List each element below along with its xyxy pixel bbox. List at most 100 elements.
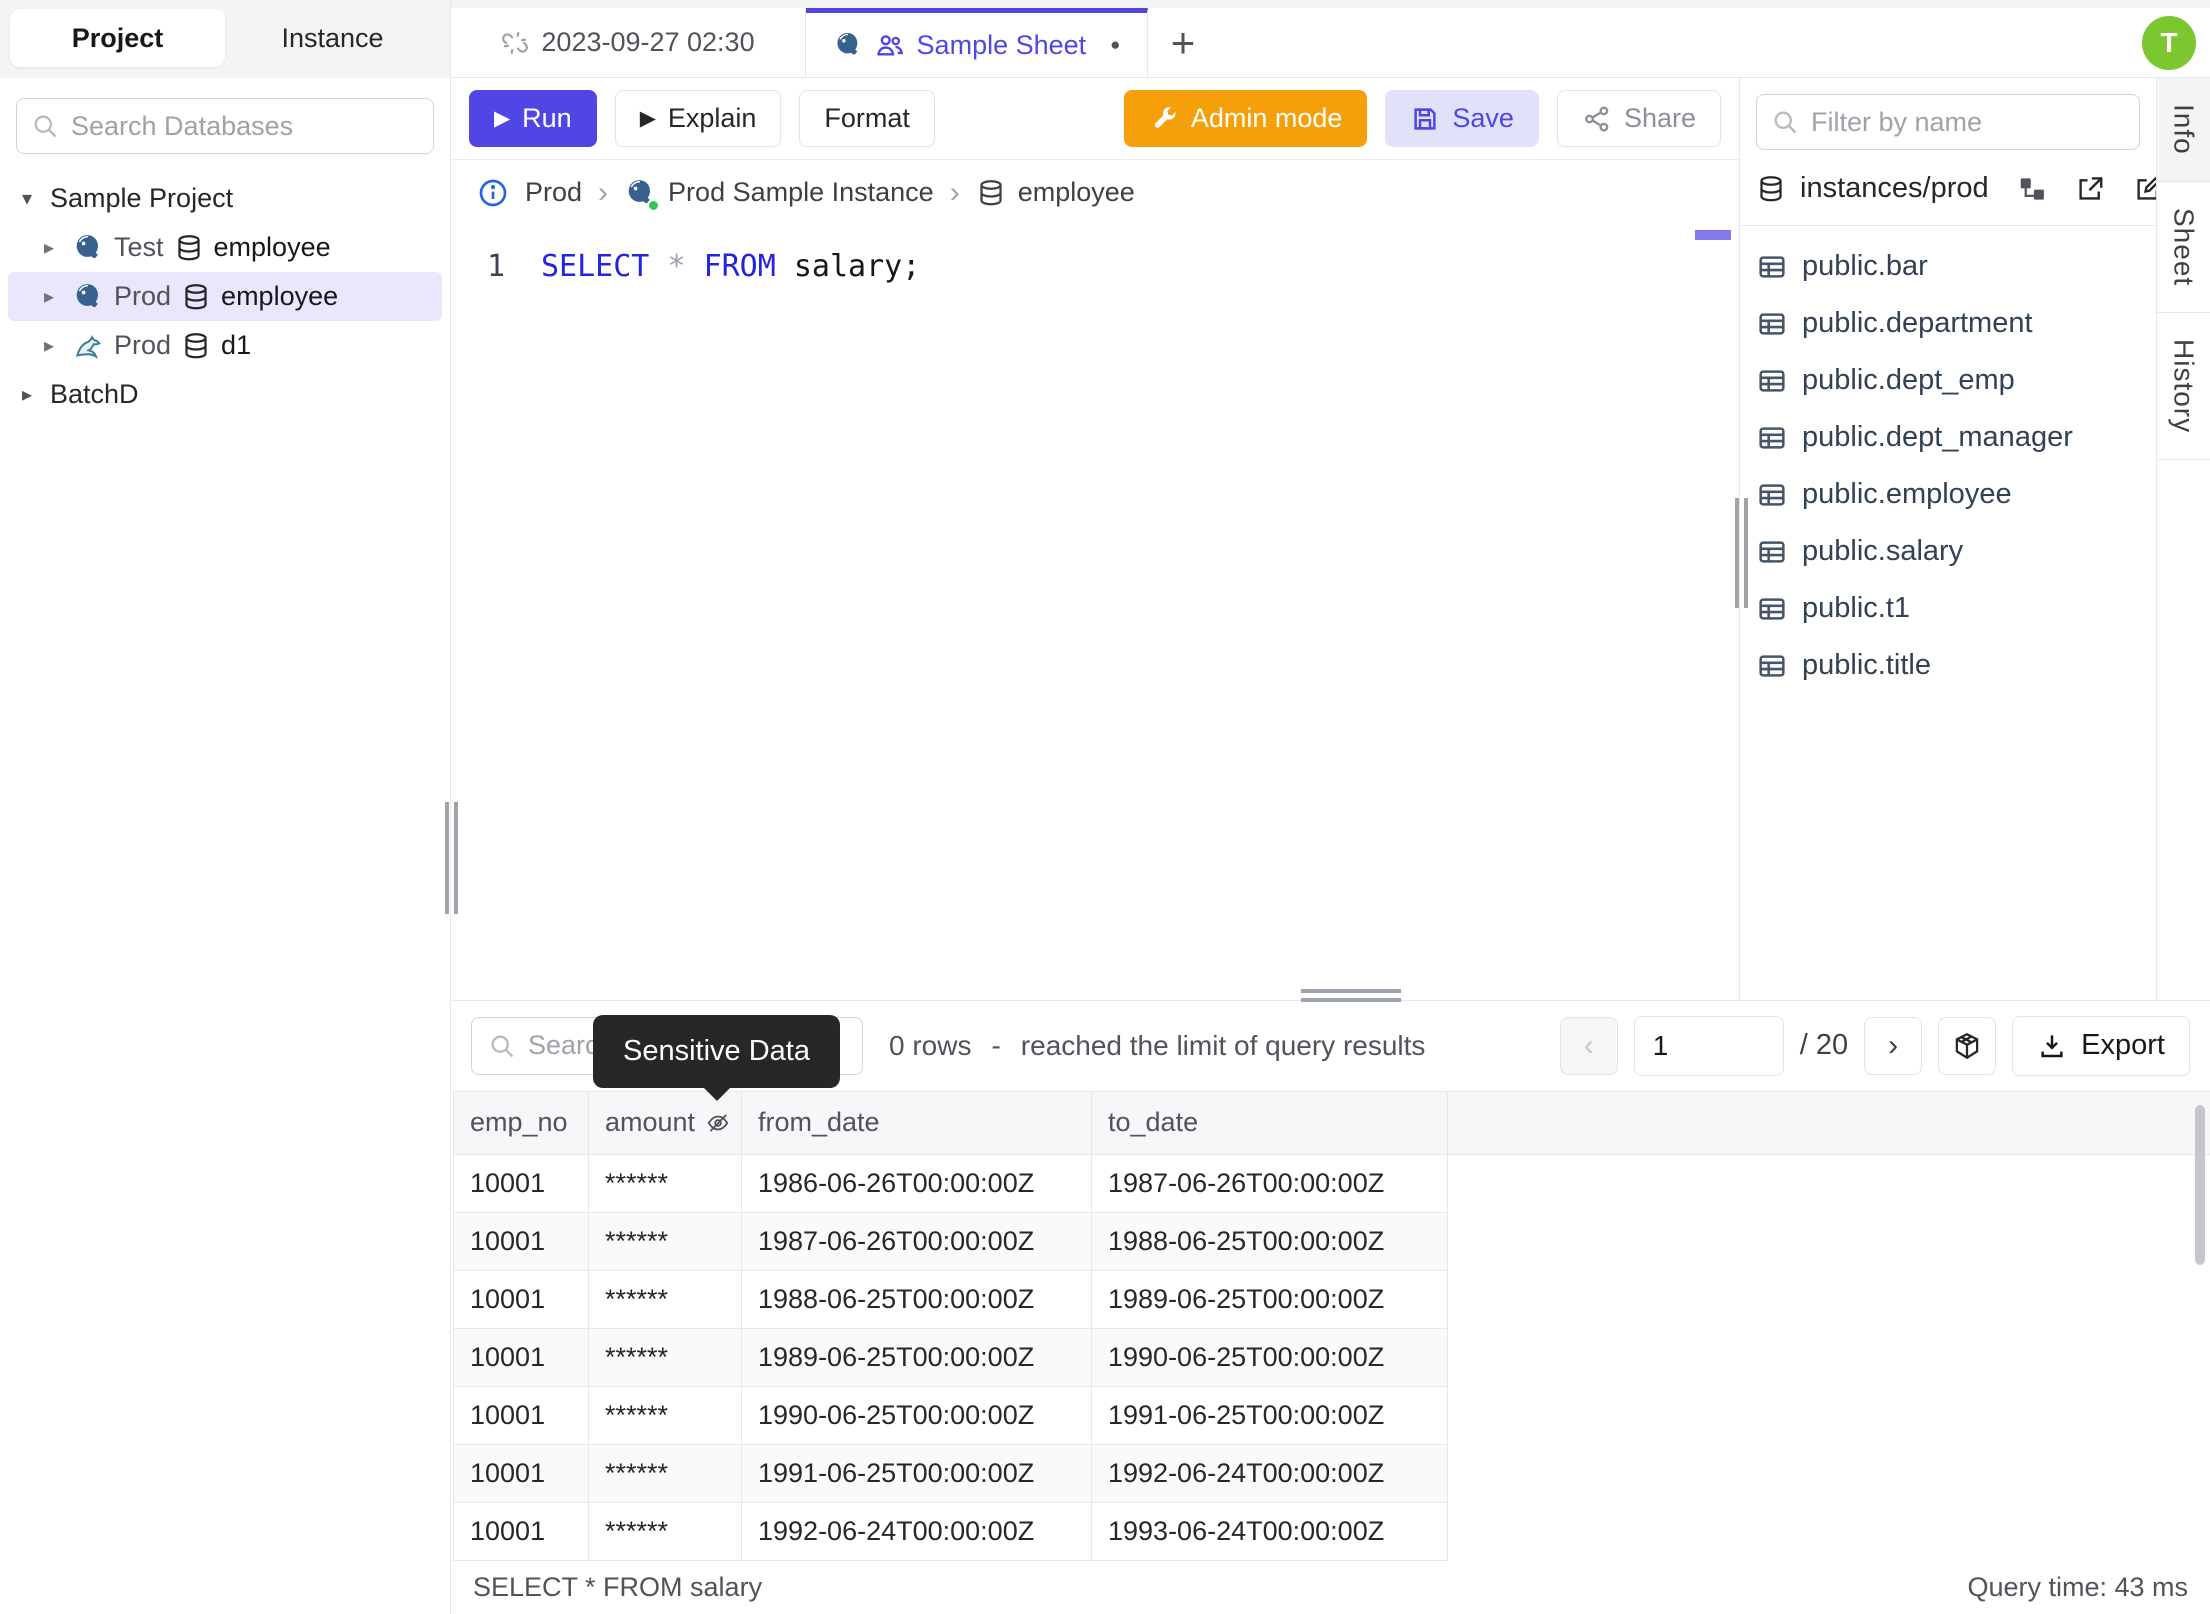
table-row[interactable]: 10001 ****** 1991-06-25T00:00:00Z 1992-0…: [453, 1443, 2210, 1503]
cell-from-date[interactable]: 1987-06-26T00:00:00Z: [741, 1211, 1092, 1271]
run-button[interactable]: ▶ Run: [469, 90, 597, 147]
cell-from-date[interactable]: 1986-06-26T00:00:00Z: [741, 1153, 1092, 1213]
shared-users-icon: [876, 35, 903, 56]
breadcrumb-instance[interactable]: Prod Sample Instance: [624, 177, 934, 212]
table-list-item[interactable]: public.bar: [1740, 238, 2156, 295]
table-list-item[interactable]: public.t1: [1740, 580, 2156, 637]
cell-to-date[interactable]: 1993-06-24T00:00:00Z: [1091, 1501, 1448, 1561]
cell-amount-masked[interactable]: ******: [588, 1501, 742, 1561]
next-page-button[interactable]: ›: [1864, 1016, 1923, 1075]
table-list-item[interactable]: public.dept_manager: [1740, 409, 2156, 466]
cell-emp-no[interactable]: 10001: [453, 1327, 589, 1387]
format-button[interactable]: Format: [799, 90, 935, 147]
cell-amount-masked[interactable]: ******: [588, 1153, 742, 1213]
sql-editor[interactable]: 1 SELECT * FROM salary;: [451, 225, 1739, 1000]
column-header-to-date[interactable]: to_date: [1091, 1090, 1448, 1155]
cell-to-date[interactable]: 1987-06-26T00:00:00Z: [1091, 1153, 1448, 1213]
cell-amount-masked[interactable]: ******: [588, 1443, 742, 1503]
cell-amount-masked[interactable]: ******: [588, 1211, 742, 1271]
cell-from-date[interactable]: 1990-06-25T00:00:00Z: [741, 1385, 1092, 1445]
tree-node-sample-project[interactable]: ▾ Sample Project: [8, 174, 442, 223]
panel-resize-handle[interactable]: [1733, 498, 1749, 608]
save-button[interactable]: Save: [1385, 90, 1539, 147]
sensitive-data-tooltip: Sensitive Data: [593, 1015, 840, 1101]
side-tab-info[interactable]: Info: [2157, 78, 2210, 182]
sidebar-resize-handle[interactable]: [443, 802, 459, 914]
breadcrumb-env[interactable]: Prod: [525, 177, 582, 208]
page-number-input[interactable]: [1633, 1015, 1784, 1076]
database-icon: [177, 234, 200, 260]
masking-access-button[interactable]: [1938, 1016, 1997, 1075]
tree-node-prod-employee[interactable]: ▸ Prod employee: [8, 272, 442, 321]
table-list-item[interactable]: public.employee: [1740, 466, 2156, 523]
cell-emp-no[interactable]: 10001: [453, 1211, 589, 1271]
results-body: 10001 ****** 1986-06-26T00:00:00Z 1987-0…: [453, 1153, 2210, 1561]
caret-right-icon: ▸: [21, 384, 33, 406]
table-list-item[interactable]: public.title: [1740, 637, 2156, 694]
cell-to-date[interactable]: 1990-06-25T00:00:00Z: [1091, 1327, 1448, 1387]
admin-mode-button[interactable]: Admin mode: [1123, 90, 1368, 147]
table-list-item[interactable]: public.dept_emp: [1740, 352, 2156, 409]
breadcrumb-database[interactable]: employee: [976, 177, 1135, 208]
chevron-right-icon: ›: [1888, 1028, 1899, 1062]
cell-from-date[interactable]: 1988-06-25T00:00:00Z: [741, 1269, 1092, 1329]
chevron-left-icon: ‹: [1583, 1028, 1594, 1062]
cell-to-date[interactable]: 1992-06-24T00:00:00Z: [1091, 1443, 1448, 1503]
cell-amount-masked[interactable]: ******: [588, 1385, 742, 1445]
cube-icon: [1955, 1032, 1979, 1059]
table-icon: [1759, 654, 1785, 677]
cell-amount-masked[interactable]: ******: [588, 1327, 742, 1387]
table-row[interactable]: 10001 ****** 1986-06-26T00:00:00Z 1987-0…: [453, 1153, 2210, 1213]
new-tab-button[interactable]: +: [1148, 8, 1218, 77]
tab-project[interactable]: Project: [10, 9, 225, 67]
cell-to-date[interactable]: 1989-06-25T00:00:00Z: [1091, 1269, 1448, 1329]
project-node-label: Sample Project: [50, 183, 234, 213]
info-icon[interactable]: [477, 177, 509, 209]
explain-button[interactable]: ▶ Explain: [614, 90, 782, 147]
cell-emp-no[interactable]: 10001: [453, 1443, 589, 1503]
chevron-right-icon: ›: [949, 175, 960, 209]
table-list-item[interactable]: public.department: [1740, 295, 2156, 352]
cell-empty: [1447, 1328, 2210, 1387]
db-label: employee: [213, 232, 331, 262]
cell-amount-masked[interactable]: ******: [588, 1269, 742, 1329]
table-row[interactable]: 10001 ****** 1987-06-26T00:00:00Z 1988-0…: [453, 1211, 2210, 1271]
sheet-tabstrip: 2023-09-27 02:30 Sample Sheet ● + T: [451, 0, 2210, 78]
tab-history-sheet[interactable]: 2023-09-27 02:30: [451, 8, 806, 77]
tab-instance[interactable]: Instance: [225, 9, 440, 67]
schema-diagram-button[interactable]: [2017, 174, 2047, 204]
open-external-button[interactable]: [2075, 174, 2105, 204]
editor-scroll-indicator[interactable]: [1695, 230, 1731, 240]
results-scrollbar[interactable]: [2195, 1105, 2205, 1265]
cell-from-date[interactable]: 1989-06-25T00:00:00Z: [741, 1327, 1092, 1387]
table-row[interactable]: 10001 ****** 1988-06-25T00:00:00Z 1989-0…: [453, 1269, 2210, 1329]
share-button[interactable]: Share: [1556, 90, 1721, 147]
tab-sample-sheet[interactable]: Sample Sheet ●: [806, 8, 1148, 77]
results-resize-handle[interactable]: [1301, 989, 1401, 1003]
column-header-emp-no[interactable]: emp_no: [453, 1090, 589, 1155]
cell-from-date[interactable]: 1992-06-24T00:00:00Z: [741, 1501, 1092, 1561]
cell-emp-no[interactable]: 10001: [453, 1385, 589, 1445]
cell-to-date[interactable]: 1988-06-25T00:00:00Z: [1091, 1211, 1448, 1271]
tree-node-prod-d1[interactable]: ▸ Prod d1: [8, 321, 442, 370]
filter-input[interactable]: Filter by name: [1756, 94, 2140, 150]
avatar[interactable]: T: [2142, 15, 2196, 70]
table-row[interactable]: 10001 ****** 1990-06-25T00:00:00Z 1991-0…: [453, 1385, 2210, 1445]
cell-emp-no[interactable]: 10001: [453, 1269, 589, 1329]
cell-emp-no[interactable]: 10001: [453, 1153, 589, 1213]
side-tab-history[interactable]: History: [2157, 313, 2210, 460]
database-search-input[interactable]: Search Databases: [16, 98, 434, 154]
export-button[interactable]: Export: [2012, 1015, 2190, 1076]
tree-node-batchd[interactable]: ▸ BatchD: [8, 370, 442, 419]
table-row[interactable]: 10001 ****** 1992-06-24T00:00:00Z 1993-0…: [453, 1501, 2210, 1561]
prev-page-button[interactable]: ‹: [1559, 1016, 1618, 1075]
cell-from-date[interactable]: 1991-06-25T00:00:00Z: [741, 1443, 1092, 1503]
cell-to-date[interactable]: 1991-06-25T00:00:00Z: [1091, 1385, 1448, 1445]
column-header-from-date[interactable]: from_date: [741, 1090, 1092, 1155]
table-list-item[interactable]: public.salary: [1740, 523, 2156, 580]
table-row[interactable]: 10001 ****** 1989-06-25T00:00:00Z 1990-0…: [453, 1327, 2210, 1387]
tree-node-test-employee[interactable]: ▸ Test employee: [8, 223, 442, 272]
query-time: Query time: 43 ms: [1967, 1571, 2188, 1602]
side-tab-sheet[interactable]: Sheet: [2157, 182, 2210, 313]
cell-emp-no[interactable]: 10001: [453, 1501, 589, 1561]
